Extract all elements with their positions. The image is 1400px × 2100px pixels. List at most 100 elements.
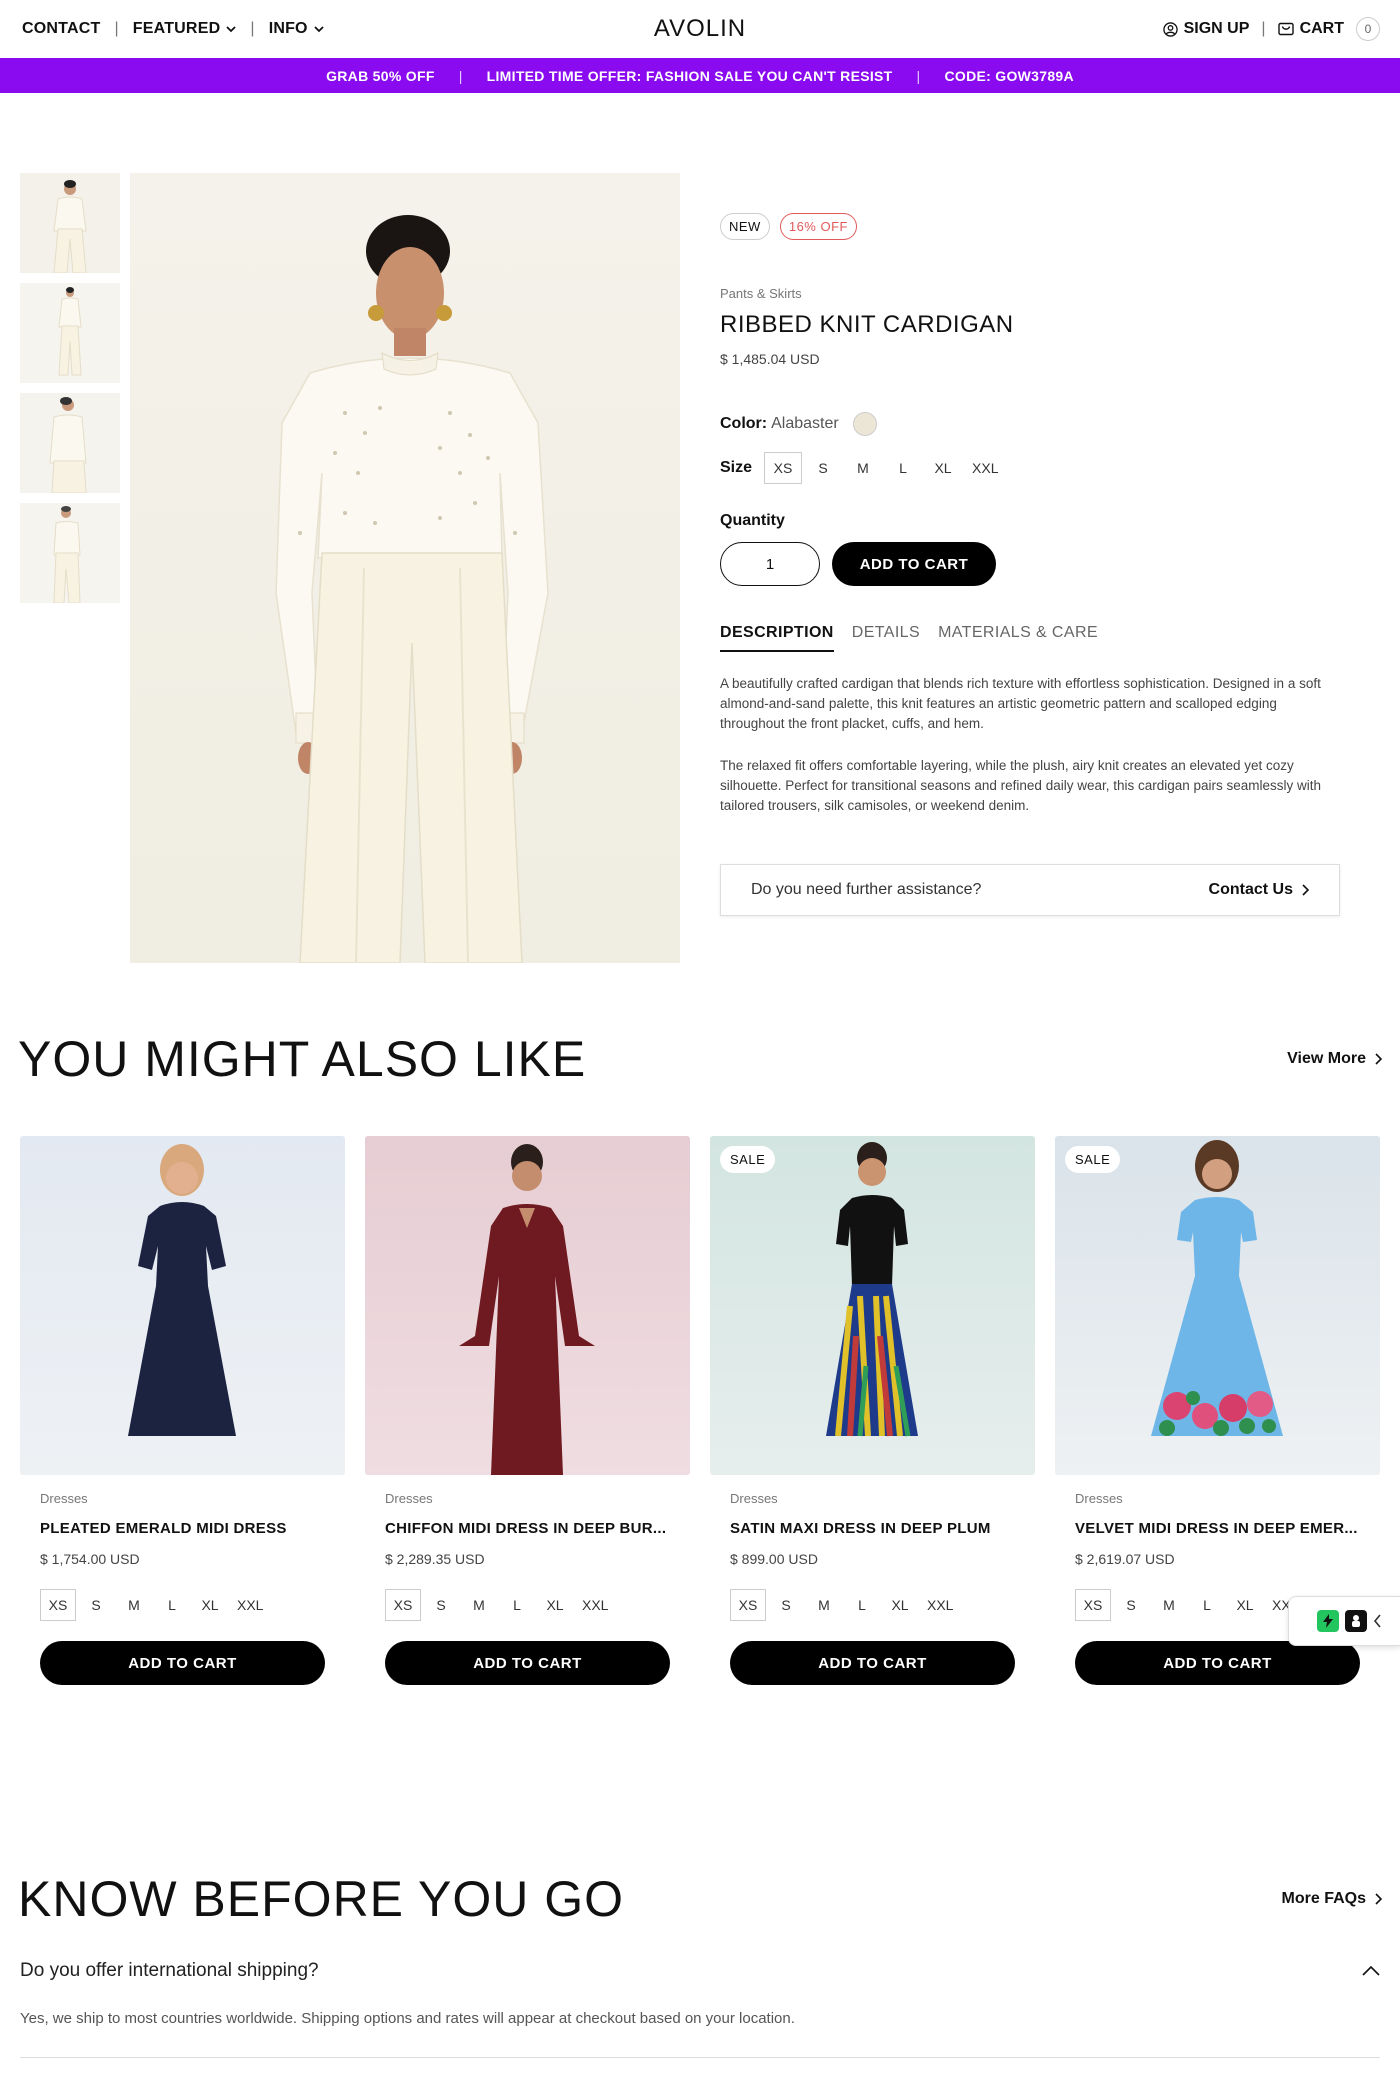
size-option-xl[interactable]: XL — [537, 1589, 573, 1621]
size-option-m[interactable]: M — [844, 452, 882, 484]
nav-featured[interactable]: FEATURED — [133, 20, 237, 38]
card-add-to-cart-button[interactable]: ADD TO CART — [1075, 1641, 1360, 1685]
nav-info[interactable]: INFO — [269, 20, 324, 38]
product-photo — [130, 173, 680, 963]
card-category[interactable]: Dresses — [1075, 1491, 1360, 1506]
promo-item: CODE: GOW3789A — [944, 67, 1074, 84]
size-option-xl[interactable]: XL — [924, 452, 962, 484]
new-badge: NEW — [720, 213, 770, 240]
card-category[interactable]: Dresses — [385, 1491, 670, 1506]
promo-separator: | — [458, 67, 463, 84]
add-to-cart-button[interactable]: ADD TO CART — [832, 542, 996, 586]
product-thumbnail[interactable] — [20, 283, 120, 383]
cart-label: CART — [1299, 20, 1344, 37]
faq-answer: Yes, we ship to most countries worldwide… — [20, 2010, 795, 2027]
dress-photo — [1151, 1140, 1283, 1436]
size-option-m[interactable]: M — [461, 1589, 497, 1621]
chevron-up-icon[interactable] — [1362, 1966, 1380, 1976]
product-main-image[interactable] — [130, 173, 680, 963]
account-nav: SIGN UP | CART 0 — [1162, 17, 1380, 41]
sign-up-link[interactable]: SIGN UP — [1162, 20, 1249, 38]
size-option-m[interactable]: M — [806, 1589, 842, 1621]
size-option-xs[interactable]: XS — [40, 1589, 76, 1621]
size-option-xxl[interactable]: XXL — [230, 1589, 270, 1621]
card-title[interactable]: CHIFFON MIDI DRESS IN DEEP BUR... — [385, 1520, 670, 1537]
product-card-image[interactable] — [20, 1136, 345, 1475]
size-option-l[interactable]: L — [499, 1589, 535, 1621]
size-option-xxl[interactable]: XXL — [920, 1589, 960, 1621]
color-selector: Color: Alabaster — [720, 412, 1340, 436]
sale-badge: SALE — [720, 1146, 776, 1173]
tab-description[interactable]: DESCRIPTION — [720, 624, 834, 652]
size-option-s[interactable]: S — [804, 452, 842, 484]
card-add-to-cart-button[interactable]: ADD TO CART — [40, 1641, 325, 1685]
promo-item: LIMITED TIME OFFER: FASHION SALE YOU CAN… — [486, 67, 893, 84]
card-add-to-cart-button[interactable]: ADD TO CART — [730, 1641, 1015, 1685]
nav-separator: | — [114, 20, 119, 37]
tab-details[interactable]: DETAILS — [852, 624, 920, 652]
dress-photo — [826, 1142, 918, 1437]
size-option-s[interactable]: S — [1113, 1589, 1149, 1621]
tab-materials-care[interactable]: MATERIALS & CARE — [938, 624, 1098, 652]
size-option-l[interactable]: L — [884, 452, 922, 484]
product-card-image[interactable] — [365, 1136, 690, 1475]
floating-widget[interactable] — [1288, 1596, 1400, 1646]
product-description: A beautifully crafted cardigan that blen… — [720, 674, 1340, 816]
size-option-s[interactable]: S — [423, 1589, 459, 1621]
size-option-xs[interactable]: XS — [1075, 1589, 1111, 1621]
size-option-xl[interactable]: XL — [882, 1589, 918, 1621]
card-category[interactable]: Dresses — [730, 1491, 1015, 1506]
contact-us-link[interactable]: Contact Us — [1209, 881, 1309, 899]
size-option-m[interactable]: M — [1151, 1589, 1187, 1621]
promo-banner: GRAB 50% OFF | LIMITED TIME OFFER: FASHI… — [0, 58, 1400, 93]
card-title[interactable]: VELVET MIDI DRESS IN DEEP EMER... — [1075, 1520, 1360, 1537]
more-faqs-link[interactable]: More FAQs — [1282, 1890, 1382, 1908]
size-option-xxl[interactable]: XXL — [964, 452, 1006, 484]
size-option-l[interactable]: L — [154, 1589, 190, 1621]
faq-question[interactable]: Do you offer international shipping? — [20, 1960, 1380, 1982]
view-more-link[interactable]: View More — [1287, 1050, 1382, 1068]
size-option-xl[interactable]: XL — [1227, 1589, 1263, 1621]
size-option-xs[interactable]: XS — [764, 452, 803, 484]
size-option-s[interactable]: S — [768, 1589, 804, 1621]
card-category[interactable]: Dresses — [40, 1491, 325, 1506]
bot-icon[interactable] — [1345, 1610, 1367, 1632]
product-card-image[interactable]: SALE — [1055, 1136, 1380, 1475]
faq-header: KNOW BEFORE YOU GO More FAQs — [18, 1870, 1382, 1928]
product-thumbnail[interactable] — [20, 503, 120, 603]
cart-link[interactable]: CART 0 — [1277, 17, 1380, 41]
thumbnail-list — [20, 173, 120, 613]
promo-separator: | — [916, 67, 921, 84]
card-title[interactable]: SATIN MAXI DRESS IN DEEP PLUM — [730, 1520, 1015, 1537]
product-info: NEW 16% OFF Pants & Skirts RIBBED KNIT C… — [720, 213, 1340, 916]
quantity-label: Quantity — [720, 512, 785, 529]
size-option-m[interactable]: M — [116, 1589, 152, 1621]
product-tabs: DESCRIPTION DETAILS MATERIALS & CARE — [720, 624, 1340, 652]
faq-divider — [20, 2057, 1380, 2058]
card-add-to-cart-button[interactable]: ADD TO CART — [385, 1641, 670, 1685]
size-option-xs[interactable]: XS — [385, 1589, 421, 1621]
card-title[interactable]: PLEATED EMERALD MIDI DRESS — [40, 1520, 325, 1537]
size-option-xs[interactable]: XS — [730, 1589, 766, 1621]
quantity-input[interactable]: 1 — [720, 542, 820, 586]
chevron-left-icon[interactable] — [1373, 1614, 1383, 1628]
thumbnail-image — [20, 393, 120, 493]
product-thumbnail[interactable] — [20, 173, 120, 273]
nav-contact[interactable]: CONTACT — [22, 20, 100, 38]
cart-icon — [1277, 22, 1294, 36]
size-option-xxl[interactable]: XXL — [575, 1589, 615, 1621]
size-option-l[interactable]: L — [1189, 1589, 1225, 1621]
product-card-image[interactable]: SALE — [710, 1136, 1035, 1475]
discount-badge: 16% OFF — [779, 213, 857, 240]
size-option-s[interactable]: S — [78, 1589, 114, 1621]
color-swatch-alabaster[interactable] — [852, 412, 877, 436]
site-logo[interactable]: AVOLIN — [654, 15, 746, 43]
product-thumbnail[interactable] — [20, 393, 120, 493]
size-option-xl[interactable]: XL — [192, 1589, 228, 1621]
chevron-right-icon — [1302, 884, 1309, 896]
size-option-l[interactable]: L — [844, 1589, 880, 1621]
lightning-icon[interactable] — [1317, 1610, 1339, 1632]
product-card-body: Dresses PLEATED EMERALD MIDI DRESS $ 1,7… — [20, 1491, 345, 1685]
product-category[interactable]: Pants & Skirts — [720, 286, 1340, 301]
product-card-body: Dresses VELVET MIDI DRESS IN DEEP EMER..… — [1055, 1491, 1380, 1685]
